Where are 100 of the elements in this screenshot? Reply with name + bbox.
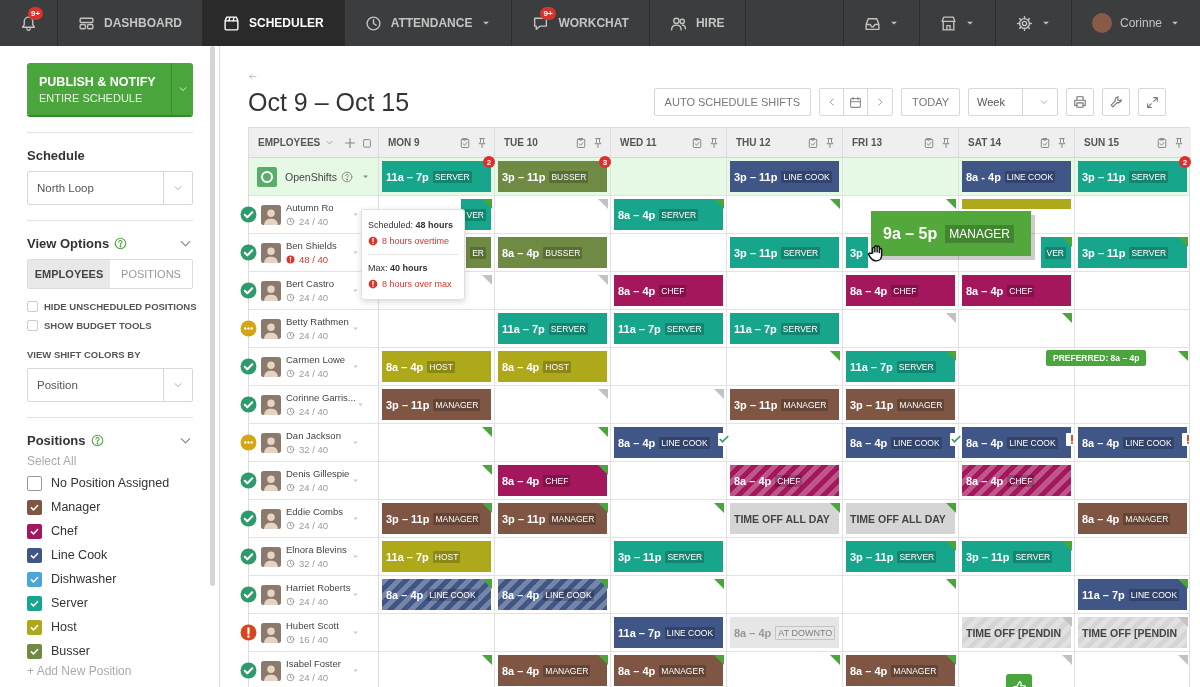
- shift-block[interactable]: 8a – 4p MANAGER: [1078, 503, 1187, 534]
- auto-schedule-button[interactable]: AUTO SCHEDULE SHIFTS: [653, 88, 812, 116]
- color-by-select[interactable]: Position: [27, 368, 193, 402]
- nav-tab[interactable]: SCHEDULER: [203, 0, 345, 46]
- shift-block[interactable]: 11a – 7p LINE COOK: [614, 617, 723, 648]
- shift-block[interactable]: 8a – 4p CHEF: [846, 275, 955, 306]
- shift-block[interactable]: 8a – 4p HOST: [498, 351, 607, 382]
- shift-time: 8a – 4p: [502, 474, 540, 487]
- notifications-button[interactable]: 9+: [0, 0, 58, 46]
- employee-name[interactable]: Bert Castro: [286, 278, 335, 289]
- shift-time: 11a – 7p: [618, 626, 661, 639]
- shift-block[interactable]: 8a – 4p BUSSER: [498, 237, 607, 268]
- position-tag: LINE COOK: [659, 436, 710, 449]
- position-label: Host: [51, 620, 77, 634]
- shift-block[interactable]: 3p – 11p SERVER: [846, 541, 955, 572]
- shift-block[interactable]: 3p – 11p SERVER: [1078, 237, 1187, 268]
- shift-time: 8a – 4p: [1082, 436, 1120, 449]
- shift-time: 11a – 7p: [850, 360, 893, 373]
- shift-block[interactable]: 3p – 11p MANAGER: [382, 503, 491, 534]
- nav-tab[interactable]: ATTENDANCE: [344, 0, 513, 46]
- shift-time: 8a – 4p: [1082, 512, 1120, 525]
- dragged-shift[interactable]: 9a – 5p MANAGER: [871, 211, 1031, 256]
- shift-block[interactable]: VER: [1040, 237, 1071, 268]
- shift-block[interactable]: 3p – 11p SERVER: [730, 237, 839, 268]
- shift-block[interactable]: 8a – 4p HOST: [382, 351, 491, 382]
- range-select[interactable]: Week: [968, 88, 1058, 116]
- shift-block[interactable]: 3p – 11p SERVER: [614, 541, 723, 572]
- employee-name[interactable]: Isabel Foster: [286, 658, 341, 669]
- tooltip-heading: Scheduled: 48 hours: [368, 220, 455, 230]
- shift-block[interactable]: 8a – 4p CHEF: [962, 465, 1071, 496]
- shift-time: 3p – 11p: [966, 550, 1010, 563]
- employee-name[interactable]: Ben Shields: [286, 240, 337, 251]
- position-tag: VER: [464, 208, 486, 221]
- shift-block[interactable]: 3p – 11p MANAGER: [846, 389, 955, 420]
- shift-block[interactable]: 8a - 4p LINE COOK: [962, 161, 1071, 192]
- count-badge: 9+: [540, 7, 556, 20]
- shift-block[interactable]: 11a – 7p HOST: [382, 541, 491, 572]
- employee-name[interactable]: Eddie Combs: [286, 506, 344, 517]
- shift-block[interactable]: 8a – 4p LINE COOK: [382, 579, 491, 610]
- schedule-select[interactable]: North Loop: [27, 171, 193, 205]
- shift-block[interactable]: 8a – 4p SERVER: [614, 199, 723, 230]
- shift-time: 3p – 11p: [734, 170, 778, 183]
- position-tag: MANAGER: [659, 664, 707, 677]
- shift-block[interactable]: 11a – 7p LINE COOK: [1078, 579, 1187, 610]
- shift-block[interactable]: 11a – 7p SERVER: [498, 313, 607, 344]
- time-off-block[interactable]: TIME OFF [PENDIN: [1078, 617, 1187, 648]
- time-off-block[interactable]: TIME OFF [PENDIN: [962, 617, 1071, 648]
- shift-block[interactable]: 8a – 4p MANAGER: [498, 655, 607, 686]
- time-off-block[interactable]: TIME OFF ALL DAY: [846, 503, 955, 534]
- shift-block[interactable]: 8a – 4p MANAGER: [846, 655, 955, 686]
- employee-name[interactable]: Dan Jackson: [286, 430, 341, 441]
- shift-block[interactable]: 8a – 4p LINE COOK: [498, 579, 607, 610]
- user-menu[interactable]: Corinne: [1070, 0, 1200, 46]
- shift-block[interactable]: 8a – 4p CHEF: [730, 465, 839, 496]
- field-label: VIEW SHIFT COLORS BY: [27, 349, 142, 360]
- shift-block[interactable]: 8a – 4p CHEF: [498, 465, 607, 496]
- shift-block[interactable]: 8a – 4p CHEF: [614, 275, 723, 306]
- shift-time: 3p – 11p: [386, 398, 430, 411]
- employee-name[interactable]: Elnora Blevins: [286, 544, 347, 555]
- position-tag: SERVER: [548, 322, 588, 335]
- shift-time: 11a – 7p: [502, 322, 545, 335]
- hours-count: 16 / 40: [299, 634, 329, 645]
- shift-time: 8a – 4p: [850, 664, 888, 677]
- shift-block[interactable]: 8a – 4p LINE COOK: [962, 427, 1071, 458]
- shift-block[interactable]: 8a – 4p MANAGER: [614, 655, 723, 686]
- employee-name[interactable]: Autumn Ro: [286, 202, 334, 213]
- preferred-tag: PREFERRED: 8a – 4p: [1046, 350, 1147, 366]
- employee-name[interactable]: Carmen Lowe: [286, 354, 346, 365]
- shift-block[interactable]: ER: [466, 237, 491, 268]
- today-button[interactable]: TODAY: [901, 88, 960, 116]
- position-tag: MANAGER: [1123, 512, 1171, 525]
- shift-block[interactable]: 11a – 7p SERVER: [614, 313, 723, 344]
- shift-block[interactable]: 3p – 11p SERVER: [962, 541, 1071, 572]
- view-tab[interactable]: EMPLOYEES: [28, 260, 110, 288]
- employee-name[interactable]: Corinne Garris...: [286, 392, 356, 403]
- shift-block[interactable]: 3p – 11p LINE COOK: [730, 161, 839, 192]
- shift-block[interactable]: 8a – 4p LINE COOK: [614, 427, 723, 458]
- position-tag: SERVER: [781, 246, 821, 259]
- shift-block[interactable]: 8a – 4p LINE COOK: [1078, 427, 1187, 458]
- shift-block[interactable]: 3p – 11p MANAGER: [498, 503, 607, 534]
- employee-name[interactable]: Betty Rathmen: [286, 316, 349, 327]
- employee-name[interactable]: Denis Gillespie: [286, 468, 350, 479]
- position-label: Line Cook: [51, 548, 108, 562]
- shift-block[interactable]: 8a – 4p CHEF: [962, 275, 1071, 306]
- time-off-block[interactable]: TIME OFF ALL DAY: [730, 503, 839, 534]
- shift-block[interactable]: 11a – 7p SERVER: [730, 313, 839, 344]
- location-tag: AT DOWNTO: [775, 625, 836, 640]
- shift-block[interactable]: 11a – 7p SERVER: [846, 351, 955, 382]
- employee-name[interactable]: Hubert Scott: [286, 620, 339, 631]
- shift-time: 3p – 11p: [850, 550, 894, 563]
- shift-block[interactable]: 8a – 4p LINE COOK: [846, 427, 955, 458]
- shift-block[interactable]: 3p – 11p MANAGER: [730, 389, 839, 420]
- position-label: Busser: [51, 644, 90, 658]
- nav-tab[interactable]: WORKCHAT 9+: [512, 0, 650, 46]
- hours-count: 32 / 40: [299, 558, 329, 569]
- position-tag: BUSSER: [543, 246, 583, 259]
- employee-name[interactable]: Harriet Roberts: [286, 582, 351, 593]
- shift-block[interactable]: 3p – 11p MANAGER: [382, 389, 491, 420]
- nav-tab[interactable]: HIRE: [649, 0, 746, 46]
- shift-time: 8a – 4p: [618, 284, 656, 297]
